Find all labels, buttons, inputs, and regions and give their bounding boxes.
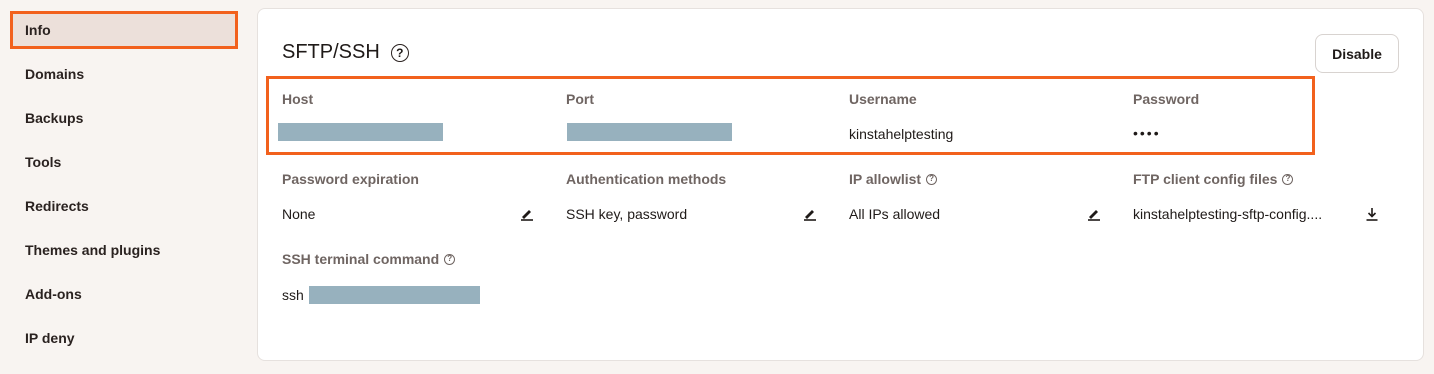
help-icon[interactable]: ? bbox=[1282, 173, 1294, 185]
ip-allowlist-label-text: IP allowlist bbox=[849, 171, 922, 187]
sidebar-item-info[interactable]: Info bbox=[10, 11, 238, 49]
host-label: Host bbox=[282, 91, 313, 107]
username-label: Username bbox=[849, 91, 917, 107]
page-title: SFTP/SSH bbox=[282, 41, 380, 63]
ftp-config-label: FTP client config files ? bbox=[1133, 171, 1294, 187]
auth-methods-value: SSH key, password bbox=[566, 206, 688, 222]
port-label-text: Port bbox=[566, 91, 594, 107]
credentials-highlight bbox=[266, 76, 1315, 155]
section-header: SFTP/SSH ? bbox=[282, 41, 409, 64]
username-label-text: Username bbox=[849, 91, 917, 107]
sidebar-item-domains[interactable]: Domains bbox=[10, 55, 238, 93]
ip-allowlist-label: IP allowlist ? bbox=[849, 171, 938, 187]
password-label-text: Password bbox=[1133, 91, 1200, 107]
auth-methods-label-text: Authentication methods bbox=[566, 171, 727, 187]
help-icon[interactable]: ? bbox=[926, 173, 938, 185]
port-label: Port bbox=[566, 91, 594, 107]
sidebar-item-label: Info bbox=[25, 22, 51, 38]
password-value: •••• bbox=[1133, 125, 1161, 141]
help-icon[interactable]: ? bbox=[390, 43, 409, 62]
password-label: Password bbox=[1133, 91, 1199, 107]
ssh-command-redacted bbox=[309, 286, 480, 304]
ssh-command-label: SSH terminal command ? bbox=[282, 251, 456, 267]
sidebar-item-themes-plugins[interactable]: Themes and plugins bbox=[10, 231, 238, 269]
password-expiration-label-text: Password expiration bbox=[282, 171, 419, 187]
edit-icon[interactable] bbox=[516, 203, 538, 225]
sidebar-item-add-ons[interactable]: Add-ons bbox=[10, 275, 238, 313]
sidebar-item-label: Add-ons bbox=[25, 286, 82, 302]
sidebar-item-redirects[interactable]: Redirects bbox=[10, 187, 238, 225]
auth-methods-label: Authentication methods bbox=[566, 171, 726, 187]
sidebar-item-label: Domains bbox=[25, 66, 85, 82]
sidebar-item-label: Redirects bbox=[25, 198, 89, 214]
ssh-command-prefix: ssh bbox=[282, 287, 304, 303]
help-icon[interactable]: ? bbox=[444, 253, 456, 265]
edit-icon[interactable] bbox=[1083, 203, 1105, 225]
ftp-config-label-text: FTP client config files bbox=[1133, 171, 1278, 187]
host-value-redacted bbox=[278, 123, 443, 141]
disable-button[interactable]: Disable bbox=[1315, 34, 1399, 73]
sidebar-item-label: Themes and plugins bbox=[25, 242, 161, 258]
edit-icon[interactable] bbox=[799, 203, 821, 225]
ftp-config-value[interactable]: kinstahelptesting-sftp-config.... bbox=[1133, 206, 1322, 222]
sidebar-item-backups[interactable]: Backups bbox=[10, 99, 238, 137]
sftp-ssh-card: SFTP/SSH ? Disable Host Port Username ki… bbox=[257, 8, 1424, 361]
host-label-text: Host bbox=[282, 91, 314, 107]
port-value-redacted bbox=[567, 123, 732, 141]
username-value: kinstahelptesting bbox=[849, 126, 954, 142]
password-expiration-value: None bbox=[282, 206, 316, 222]
sidebar-item-label: Tools bbox=[25, 154, 62, 170]
sidebar-item-ip-deny[interactable]: IP deny bbox=[10, 319, 238, 357]
sidebar: Info Domains Backups Tools Redirects The… bbox=[0, 0, 248, 374]
sidebar-item-label: IP deny bbox=[25, 330, 75, 346]
ssh-command-label-text: SSH terminal command bbox=[282, 251, 440, 267]
sidebar-item-label: Backups bbox=[25, 110, 84, 126]
sidebar-item-tools[interactable]: Tools bbox=[10, 143, 238, 181]
ip-allowlist-value: All IPs allowed bbox=[849, 206, 941, 222]
password-expiration-label: Password expiration bbox=[282, 171, 419, 187]
download-icon[interactable] bbox=[1361, 203, 1383, 225]
